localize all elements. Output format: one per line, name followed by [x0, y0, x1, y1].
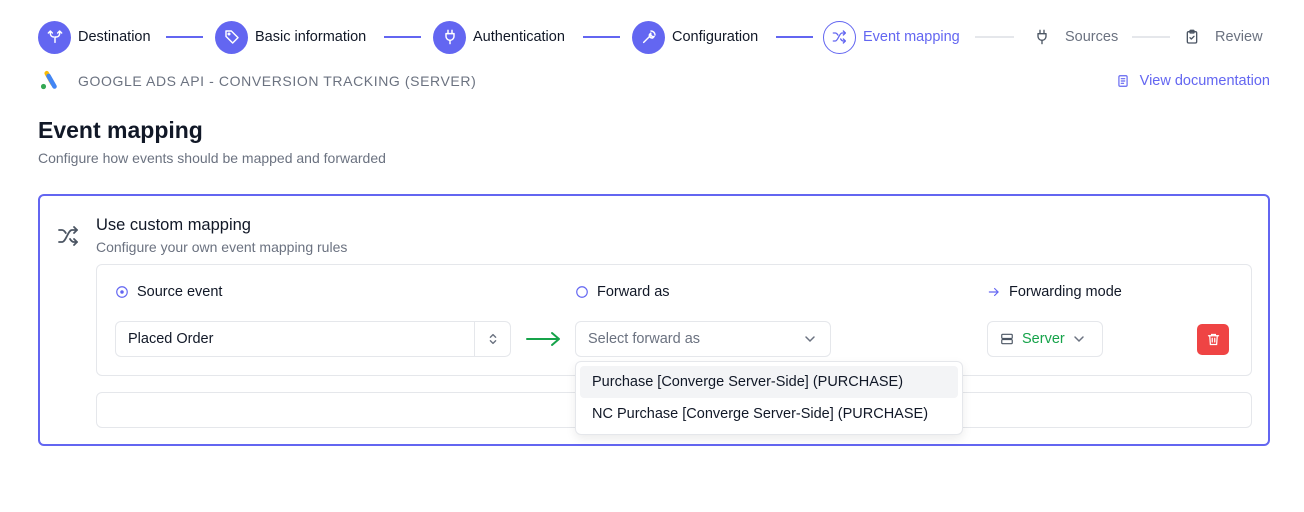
arrow-right-icon: [526, 332, 560, 346]
forward-as-header: Forward as: [575, 284, 670, 300]
step-configuration[interactable]: Configuration: [632, 20, 758, 54]
card-subtitle: Configure your own event mapping rules: [96, 239, 348, 255]
progress-stepper: Destination Basic information Authentica…: [38, 20, 1270, 54]
forward-as-dropdown: Purchase [Converge Server-Side] (PURCHAS…: [575, 361, 963, 435]
shuffle-icon: [823, 20, 856, 54]
step-label: Configuration: [672, 29, 759, 45]
forwarding-mode-header: Forwarding mode: [987, 284, 1122, 300]
arrow-right-icon: [988, 287, 999, 297]
google-ads-logo-icon: [40, 70, 57, 90]
view-documentation-label: View documentation: [1139, 73, 1270, 89]
forward-option[interactable]: Purchase [Converge Server-Side] (PURCHAS…: [580, 366, 958, 398]
step-basic-information[interactable]: Basic information: [215, 20, 366, 54]
chevron-down-icon: [1073, 336, 1084, 343]
forward-as-placeholder: Select forward as: [588, 331, 701, 347]
view-documentation-link[interactable]: View documentation: [1116, 73, 1270, 89]
step-connector: [166, 36, 203, 38]
document-icon: [1118, 75, 1128, 87]
circle-icon: [576, 286, 588, 298]
step-authentication[interactable]: Authentication: [433, 20, 565, 54]
card-title: Use custom mapping: [96, 216, 251, 234]
step-connector: [776, 36, 813, 38]
source-event-value: Placed Order: [128, 331, 214, 347]
mapping-rule-row: Source event Forward as Forwarding mode …: [96, 264, 1252, 376]
chevrons-up-down-icon: [474, 322, 510, 356]
step-review[interactable]: Review: [1175, 20, 1263, 54]
step-event-mapping[interactable]: Event mapping: [823, 20, 960, 54]
step-label: Sources: [1065, 29, 1119, 45]
step-connector: [384, 36, 421, 38]
chevron-down-icon: [805, 336, 815, 343]
target-icon: [116, 286, 128, 298]
source-event-select[interactable]: Placed Order: [115, 321, 511, 357]
step-connector: [975, 36, 1014, 38]
forward-as-label: Forward as: [597, 284, 670, 300]
split-icon: [38, 20, 71, 54]
destination-header: GOOGLE ADS API - CONVERSION TRACKING (SE…: [38, 70, 1270, 92]
source-event-label: Source event: [137, 284, 223, 300]
tag-icon: [215, 20, 248, 54]
step-label: Event mapping: [863, 29, 960, 45]
step-connector: [583, 36, 620, 38]
server-icon: [1001, 333, 1013, 345]
step-sources[interactable]: Sources: [1025, 20, 1118, 54]
destination-name: GOOGLE ADS API - CONVERSION TRACKING (SE…: [78, 73, 477, 89]
page-title: Event mapping: [38, 117, 203, 143]
page-description: Configure how events should be mapped an…: [38, 150, 386, 166]
step-destination[interactable]: Destination: [38, 20, 151, 54]
plug-icon: [433, 20, 466, 54]
forward-as-select[interactable]: Select forward as: [575, 321, 831, 357]
shuffle-icon: [58, 226, 78, 246]
forward-option[interactable]: NC Purchase [Converge Server-Side] (PURC…: [580, 398, 958, 430]
forwarding-mode-value: Server: [1022, 331, 1065, 347]
plug-icon: [1025, 21, 1058, 54]
step-connector: [1132, 36, 1170, 38]
wrench-icon: [632, 20, 665, 54]
source-event-header: Source event: [115, 284, 222, 300]
step-label: Review: [1215, 29, 1263, 45]
delete-rule-button[interactable]: [1197, 324, 1229, 355]
step-label: Basic information: [255, 29, 367, 45]
step-label: Authentication: [473, 29, 565, 45]
forwarding-mode-select[interactable]: Server: [987, 321, 1103, 357]
forwarding-mode-label: Forwarding mode: [1009, 284, 1122, 300]
clipboard-check-icon: [1175, 21, 1208, 54]
trash-icon: [1207, 333, 1219, 346]
step-label: Destination: [78, 29, 151, 45]
